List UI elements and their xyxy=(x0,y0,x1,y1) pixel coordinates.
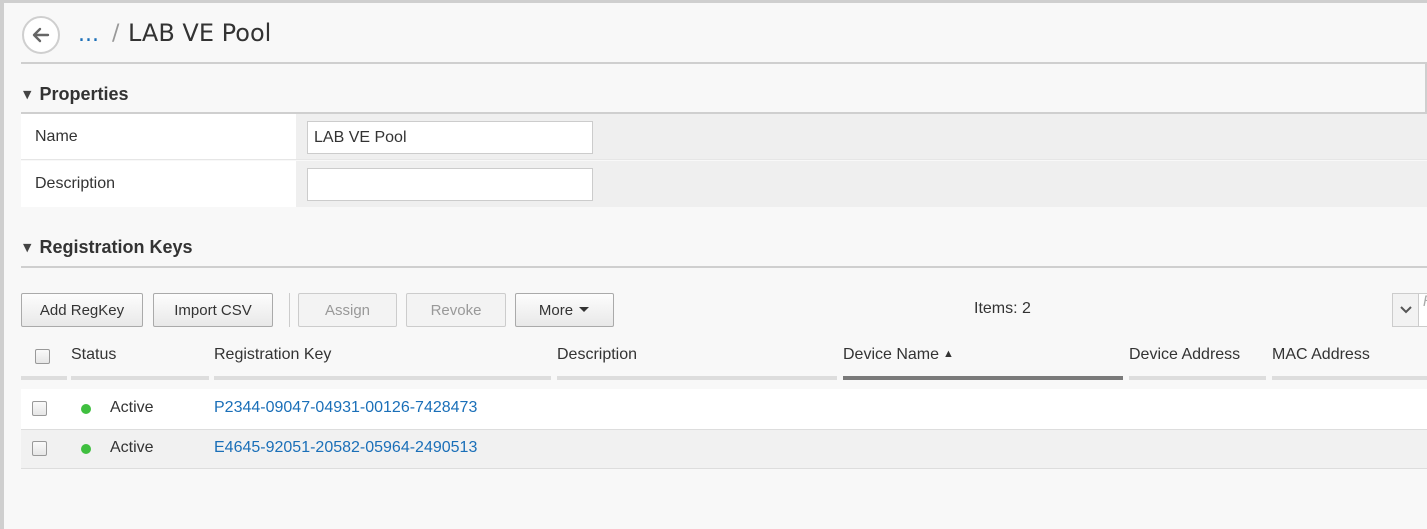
table-row[interactable]: Active P2344-09047-04931-00126-7428473 xyxy=(21,389,1427,429)
column-header-device-name[interactable]: Device Name ▲ xyxy=(843,340,1123,380)
name-row: Name xyxy=(21,114,1427,160)
column-header-mac-address[interactable]: MAC Address xyxy=(1272,340,1427,380)
status-text: Active xyxy=(110,399,154,416)
description-label: Description xyxy=(21,161,296,207)
more-button[interactable]: More xyxy=(515,293,614,327)
arrow-left-icon xyxy=(32,27,50,43)
status-text: Active xyxy=(110,439,154,456)
filter-toggle-button[interactable] xyxy=(1392,293,1420,327)
column-header-device-address[interactable]: Device Address xyxy=(1129,340,1266,380)
more-button-label: More xyxy=(538,301,574,319)
properties-section-title: Properties xyxy=(39,83,129,104)
registration-keys-section-divider xyxy=(21,266,1427,268)
column-header-label: MAC Address xyxy=(1272,346,1370,363)
description-row: Description xyxy=(21,161,1427,207)
registration-key-link[interactable]: P2344-09047-04931-00126-7428473 xyxy=(214,399,477,417)
column-header-description[interactable]: Description xyxy=(557,340,837,380)
revoke-button[interactable]: Revoke xyxy=(406,293,506,327)
select-all-column-header xyxy=(21,340,67,380)
name-label: Name xyxy=(21,114,296,159)
name-input[interactable] xyxy=(307,121,593,154)
header-divider xyxy=(21,62,1427,64)
back-button[interactable] xyxy=(22,16,60,54)
description-value-cell xyxy=(296,161,1427,207)
properties-section-header[interactable]: ▼ Properties xyxy=(21,76,1427,112)
column-header-label: Registration Key xyxy=(214,346,332,363)
column-header-registration-key[interactable]: Registration Key xyxy=(214,340,551,380)
column-header-status[interactable]: Status xyxy=(71,340,209,380)
registration-key-link[interactable]: E4645-92051-20582-05964-2490513 xyxy=(214,439,477,457)
collapse-triangle-icon: ▼ xyxy=(23,87,32,101)
chevron-down-icon xyxy=(1400,306,1412,314)
page-title: LAB VE Pool xyxy=(128,19,272,47)
collapse-triangle-icon: ▼ xyxy=(23,240,32,254)
items-count: Items: 2 xyxy=(974,300,1031,317)
column-header-label: Device Name xyxy=(843,346,940,363)
table-row[interactable]: Active E4645-92051-20582-05964-2490513 xyxy=(21,429,1427,469)
page: ... / LAB VE Pool ▼ Properties Name Desc… xyxy=(0,0,1427,529)
breadcrumb-separator: / xyxy=(112,21,120,46)
assign-button[interactable]: Assign xyxy=(298,293,397,327)
sort-up-icon: ▲ xyxy=(943,348,954,360)
status-dot-icon xyxy=(81,444,91,454)
description-input[interactable] xyxy=(307,168,593,201)
breadcrumb-ellipsis-link[interactable]: ... xyxy=(78,22,99,47)
row-checkbox[interactable] xyxy=(32,441,47,456)
import-csv-button[interactable]: Import CSV xyxy=(153,293,273,327)
registration-keys-section-title: Registration Keys xyxy=(39,236,193,257)
caret-down-icon xyxy=(579,307,590,312)
registration-keys-section-header[interactable]: ▼ Registration Keys xyxy=(21,229,1427,265)
status-dot-icon xyxy=(81,404,91,414)
toolbar-separator xyxy=(289,293,290,327)
name-value-cell xyxy=(296,114,1427,159)
add-regkey-button[interactable]: Add RegKey xyxy=(21,293,143,327)
filter-input[interactable]: F xyxy=(1418,293,1427,327)
row-checkbox[interactable] xyxy=(32,401,47,416)
column-header-label: Status xyxy=(71,346,117,363)
column-header-label: Description xyxy=(557,346,638,363)
select-all-checkbox[interactable] xyxy=(35,349,50,364)
column-header-label: Device Address xyxy=(1129,346,1241,363)
top-border xyxy=(4,0,1427,3)
